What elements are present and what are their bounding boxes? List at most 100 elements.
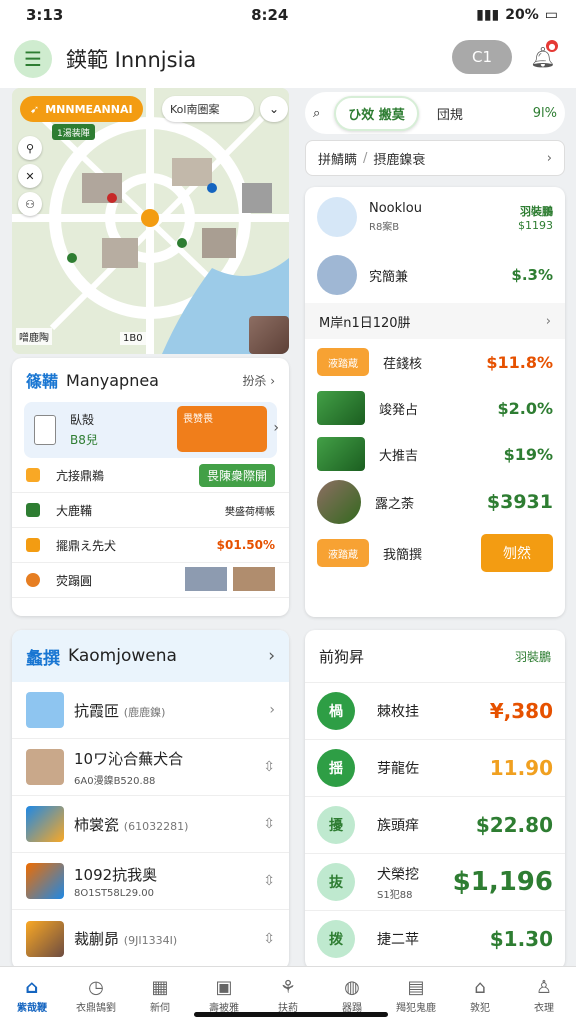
- chevron-right-icon: ›: [268, 646, 275, 666]
- store-list-card: Nooklou R8案B 羽裝鵬 $1193 究簡兼 $.3% M岸n1日120肼 …: [305, 187, 565, 617]
- map-filter-chip[interactable]: ➹ MNNMEANNAI: [20, 96, 143, 122]
- tab-active[interactable]: ひ效 搬莫: [334, 95, 419, 131]
- home-icon: ⌂: [25, 977, 39, 998]
- person-icon[interactable]: ⚇: [18, 192, 42, 216]
- map-view[interactable]: ➹ MNNMEANNAI Kol南圏案 ⌄ 1湯装陣 ⚲ ✕ ⚇ 噌鹿陶 1B0: [12, 88, 289, 354]
- product-image: [317, 437, 365, 471]
- chevron-down-icon[interactable]: ⌄: [260, 96, 288, 122]
- tab-third[interactable]: 9l%: [533, 106, 557, 121]
- home-indicator[interactable]: [194, 1012, 388, 1017]
- list-item[interactable]: 裁蒯昴 (9JI1334I) ⇳: [12, 910, 289, 967]
- store-logo: [317, 197, 357, 237]
- hamburger-icon: ☰: [24, 47, 42, 71]
- notification-button[interactable]: 🔔︎ ●: [526, 40, 560, 74]
- status-time-center: 8:24: [251, 6, 289, 24]
- price-row[interactable]: 拨 捷二苹 $1.30: [305, 910, 565, 967]
- nav-store[interactable]: ▦ 新伺: [128, 967, 192, 1024]
- status-time: 3:13: [26, 6, 64, 24]
- list-item[interactable]: 抗霞匝 (鹿鹿鎳) ›: [12, 682, 289, 739]
- info-row[interactable]: 荧蹋圓: [12, 563, 289, 598]
- route-icon[interactable]: ✕: [18, 164, 42, 188]
- breadcrumb-part2: 摂鹿鎳衰: [373, 152, 426, 168]
- document-icon: [34, 415, 56, 445]
- info-row[interactable]: 擺鼎え先犬 $01.50%: [12, 528, 289, 563]
- globe-icon: ◍: [344, 977, 360, 998]
- notification-dot: ●: [546, 40, 558, 52]
- category-badge: 楇: [317, 692, 355, 730]
- info-row[interactable]: 大鹿鞴 樊盛荷樗帳: [12, 493, 289, 528]
- list-item[interactable]: 1092抗我奥 8O1ST58L29.00 ⇳: [12, 853, 289, 910]
- order-button[interactable]: 刎然: [481, 534, 553, 572]
- category-badge: 擾: [317, 806, 355, 844]
- info-card-title: Manyapnea: [66, 370, 159, 390]
- price-card-title: 前狗昇: [319, 647, 365, 666]
- nav-recent[interactable]: ◷ 衣鼎鵠劉: [64, 967, 128, 1024]
- sort-icon[interactable]: ⇳: [263, 816, 275, 832]
- promo-banner[interactable]: 臥殻 B8兒 畏赞畏 ›: [24, 402, 279, 458]
- building-icon: [26, 503, 40, 517]
- store-image: [317, 255, 357, 295]
- price-card-header: 前狗昇 羽裝鵬: [305, 630, 565, 682]
- category-badge: 拨: [317, 920, 355, 958]
- chevron-right-icon: ›: [545, 313, 551, 329]
- nav-bag[interactable]: ▤ 羯犯鬼鹿: [384, 967, 448, 1024]
- walk-icon[interactable]: ⚲: [18, 136, 42, 160]
- product-tag: 液踏蔵: [317, 348, 369, 376]
- tab-second[interactable]: 団規: [437, 104, 463, 123]
- category-badge: 抜: [317, 863, 355, 901]
- price-row[interactable]: 楇 棘枚挂 ¥,380: [305, 682, 565, 739]
- store-row[interactable]: 究簡兼 $.3%: [305, 247, 565, 303]
- price-row[interactable]: 擾 族頭痒 $22.80: [305, 796, 565, 853]
- sort-icon[interactable]: ⇳: [263, 873, 275, 889]
- map-search-input[interactable]: Kol南圏案: [162, 96, 254, 122]
- product-row[interactable]: 大推吉 $19%: [305, 431, 565, 477]
- status-bar: 3:13 8:24 ▮▮▮ 20% ▭: [0, 0, 576, 30]
- nav-shop[interactable]: ⌂ 敦犯: [448, 967, 512, 1024]
- info-card-header[interactable]: 篠鞴 Manyapnea 扮杀 ›: [12, 358, 289, 402]
- view-all-link[interactable]: 羽裝鵬: [515, 648, 551, 665]
- card-icon: [26, 538, 40, 552]
- account-pill[interactable]: C1: [452, 40, 512, 74]
- section-header[interactable]: M岸n1日120肼 ›: [305, 303, 565, 339]
- app-title: 鍈範 Innnjsia: [66, 48, 197, 72]
- bag-icon: ▤: [407, 977, 425, 998]
- status-badge: 畏陳衆際開: [198, 463, 275, 487]
- menu-button[interactable]: ☰: [14, 40, 52, 78]
- list-item[interactable]: 柿裳瓷 (61032281) ⇳: [12, 796, 289, 853]
- photo-thumbnails[interactable]: [185, 566, 275, 594]
- price-row[interactable]: 抜 犬榮挖 S1犯88 $1,196: [305, 853, 565, 910]
- shop-icon: ⌂: [474, 977, 486, 998]
- promo-button[interactable]: 畏赞畏: [177, 406, 267, 452]
- category-tabs: ⌕ ひ效 搬莫 団規 9l%: [305, 92, 565, 134]
- sort-icon[interactable]: ⇳: [263, 759, 275, 775]
- nav-home[interactable]: ⌂ 紫哉鞭: [0, 967, 64, 1024]
- battery-icon: ▭: [544, 7, 558, 23]
- chevron-right-icon: ›: [273, 420, 279, 436]
- location-icon: [26, 573, 40, 587]
- product-row[interactable]: 竣発占 $2.0%: [305, 385, 565, 431]
- app-bar: ☰ 鍈範 Innnjsia C1 🔔︎ ●: [0, 30, 576, 88]
- clock-icon: ◷: [88, 977, 104, 998]
- product-row[interactable]: 露之荼 $3931: [305, 477, 565, 527]
- recommend-title: Kaomjowena: [68, 646, 177, 666]
- info-row[interactable]: 亢接鼎鵜 畏陳衆際開: [12, 458, 289, 493]
- status-icons: ▮▮▮ 20% ▭: [476, 7, 558, 23]
- map-thumbnail[interactable]: [249, 316, 289, 354]
- recommend-card: 蠡撰 Kaomjowena › 抗霞匝 (鹿鹿鎳) › 10ワ沁合蕪犬合 6A0漫…: [12, 630, 289, 970]
- sort-icon[interactable]: ⇳: [263, 931, 275, 947]
- breadcrumb[interactable]: 拼鯖瞒 / 摂鹿鎳衰 ›: [305, 140, 565, 176]
- nav-profile[interactable]: ♙ 衣理: [512, 967, 576, 1024]
- info-card-more[interactable]: 扮杀 ›: [242, 372, 275, 389]
- star-icon: [26, 468, 40, 482]
- signal-icon: ▮▮▮: [476, 7, 500, 23]
- breadcrumb-part1: 拼鯖瞒: [318, 152, 358, 168]
- price-row[interactable]: 揺 芽龍佐 11.90: [305, 739, 565, 796]
- recommend-header[interactable]: 蠡撰 Kaomjowena ›: [12, 630, 289, 682]
- search-icon[interactable]: ⌕: [313, 106, 320, 121]
- list-item[interactable]: 10ワ沁合蕪犬合 6A0漫鎳B520.88 ⇳: [12, 739, 289, 796]
- product-image: [317, 391, 365, 425]
- breadcrumb-separator: /: [363, 150, 368, 166]
- store-row[interactable]: Nooklou R8案B 羽裝鵬 $1193: [305, 187, 565, 247]
- product-row[interactable]: 液踏蔵 荏錢核 $11.8%: [305, 339, 565, 385]
- map-tools: ⚲ ✕ ⚇: [18, 136, 42, 216]
